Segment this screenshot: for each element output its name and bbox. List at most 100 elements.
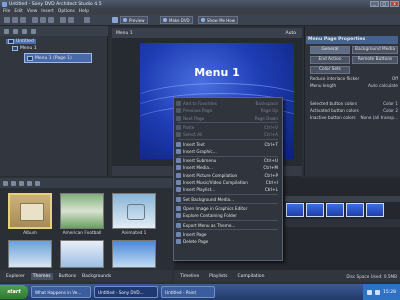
refresh-icon[interactable] [27, 180, 32, 186]
tab-remote-buttons[interactable]: Remote Buttons [352, 56, 398, 64]
volume-icon[interactable] [375, 289, 381, 295]
context-menu-item[interactable]: Previous Page Page Up [174, 107, 282, 114]
property-row[interactable]: Activated button colors Color 2 [310, 108, 398, 113]
timeline-clip[interactable] [326, 203, 344, 217]
undo-icon[interactable] [60, 17, 66, 23]
property-row[interactable]: Inactive button colors None (all transp.… [310, 115, 398, 120]
minimize-button[interactable]: _ [370, 1, 379, 7]
menu-file[interactable]: File [3, 9, 10, 14]
timeline-clip[interactable] [366, 203, 384, 217]
taskbar-item[interactable]: What Happens in Ve... [31, 286, 91, 298]
delete-icon[interactable] [31, 28, 36, 34]
context-menu-item[interactable]: Delete Page [174, 238, 282, 245]
timeline-clip[interactable] [286, 203, 304, 217]
property-row[interactable]: Reduce interlace flicker Off [310, 76, 398, 81]
cut-icon[interactable] [32, 17, 38, 23]
views-icon[interactable] [35, 180, 40, 186]
timeline-clip[interactable] [306, 203, 324, 217]
tree-item-menu[interactable]: Menu 1 [12, 46, 37, 51]
preview-icon [123, 18, 127, 22]
menu-edit[interactable]: Edit [14, 9, 23, 14]
tab-timeline[interactable]: Timeline [180, 274, 199, 279]
menu-title-text[interactable]: Menu 1 [140, 66, 294, 79]
timeline-clip[interactable] [346, 203, 364, 217]
context-menu-item[interactable]: Insert Media... Ctrl+M [174, 164, 282, 171]
up-icon[interactable] [19, 180, 24, 186]
network-icon[interactable] [367, 289, 373, 295]
taskbar-item-active[interactable]: Untitled - Sony DVD... [94, 286, 158, 298]
context-menu-item[interactable]: Insert Music/Video Compilation Ctrl+I [174, 179, 282, 186]
theme-thumbnail[interactable] [8, 240, 52, 268]
taskbar-item[interactable]: Untitled - Paint [161, 286, 215, 298]
context-menu-item[interactable]: Paste Ctrl+V [174, 124, 282, 131]
context-menu-item[interactable]: Select All Ctrl+A [174, 131, 282, 138]
tab-backgrounds[interactable]: Backgrounds [82, 274, 111, 279]
tab-explorer[interactable]: Explorer [6, 274, 25, 279]
theme-thumbnail[interactable] [60, 240, 104, 268]
property-row[interactable]: Selected button colors Color 1 [310, 101, 398, 106]
menu-item-icon [176, 141, 181, 147]
context-menu-item[interactable]: Open Image in Graphics Editor [174, 205, 282, 212]
theme-thumbnail-album[interactable] [8, 193, 52, 229]
open-icon[interactable] [12, 17, 18, 23]
start-button[interactable]: start [0, 285, 28, 299]
copy-icon[interactable] [40, 17, 46, 23]
context-menu-item[interactable]: Explore Containing Folder [174, 212, 282, 219]
tab-background-media[interactable]: Background Media [352, 46, 398, 54]
move-up-icon[interactable] [13, 28, 18, 34]
move-down-icon[interactable] [22, 28, 27, 34]
new-icon[interactable] [4, 17, 10, 23]
add-icon[interactable] [4, 28, 9, 34]
menu-icon [12, 46, 18, 51]
theme-thumbnail-animated[interactable] [112, 193, 156, 229]
tab-compilation[interactable]: Compilation [237, 274, 264, 279]
save-icon[interactable] [20, 17, 26, 23]
theme-thumbnail-football[interactable] [60, 193, 104, 229]
theme-thumbnail[interactable] [112, 240, 156, 268]
menu-help[interactable]: Help [79, 9, 89, 14]
context-menu-item[interactable]: Add to Favorites Backspace [174, 100, 282, 107]
zoom-select[interactable]: Auto [286, 31, 302, 36]
redo-icon[interactable] [68, 17, 74, 23]
properties-icon[interactable] [84, 17, 90, 23]
themes-toolbar [0, 178, 172, 188]
context-menu-item[interactable]: Set Background Media... [174, 196, 282, 203]
timeline-ruler[interactable] [285, 196, 400, 202]
menu-options[interactable]: Options [58, 9, 75, 14]
context-menu-item[interactable]: Export Menu as Theme... [174, 222, 282, 229]
tab-playlists[interactable]: Playlists [209, 274, 227, 279]
preview-tab[interactable]: Menu 1 [116, 31, 133, 36]
menu-insert[interactable]: Insert [41, 9, 54, 14]
pointer-icon[interactable] [112, 17, 118, 23]
show-me-how-button[interactable]: Show Me How [198, 16, 238, 24]
menu-bar: File Edit View Insert Options Help [0, 8, 400, 15]
tab-themes[interactable]: Themes [30, 272, 53, 280]
make-dvd-button[interactable]: Make DVD [160, 16, 193, 24]
page-icon [27, 55, 33, 61]
menu-item-icon [176, 205, 181, 211]
back-icon[interactable] [3, 180, 8, 186]
paste-icon[interactable] [48, 17, 54, 23]
tab-end-action[interactable]: End Action [310, 56, 350, 64]
maximize-button[interactable]: □ [380, 1, 389, 7]
context-menu-item[interactable]: Insert Graphic... [174, 148, 282, 155]
tree-item-menu-page[interactable]: Menu 1 (Page 1) [24, 53, 92, 63]
context-menu-item[interactable]: Next Page Page Down [174, 115, 282, 122]
forward-icon[interactable] [11, 180, 16, 186]
menu-view[interactable]: View [27, 9, 37, 14]
context-menu-item[interactable]: Insert Text Ctrl+T [174, 141, 282, 148]
context-menu-item[interactable]: Insert Picture Compilation Ctrl+P [174, 172, 282, 179]
preview-button[interactable]: Preview [120, 16, 148, 24]
tab-color-sets[interactable]: Color Sets [310, 66, 350, 74]
timeline-tabs: Timeline Playlists Compilation Disc Spac… [174, 270, 400, 282]
context-menu-item[interactable]: Insert Page [174, 231, 282, 238]
tree-item-project[interactable]: Untitled [6, 39, 36, 44]
context-menu-item[interactable]: Insert Playlist... Ctrl+L [174, 186, 282, 193]
tab-general[interactable]: General [310, 46, 350, 54]
tab-buttons[interactable]: Buttons [59, 274, 76, 279]
context-menu-item[interactable]: Insert Submenu Ctrl+U [174, 157, 282, 164]
menu-item-icon [176, 108, 181, 114]
close-button[interactable]: x [390, 1, 399, 7]
property-row[interactable]: Menu length Auto calculate [310, 83, 398, 88]
timeline-audio-track[interactable] [285, 219, 400, 227]
